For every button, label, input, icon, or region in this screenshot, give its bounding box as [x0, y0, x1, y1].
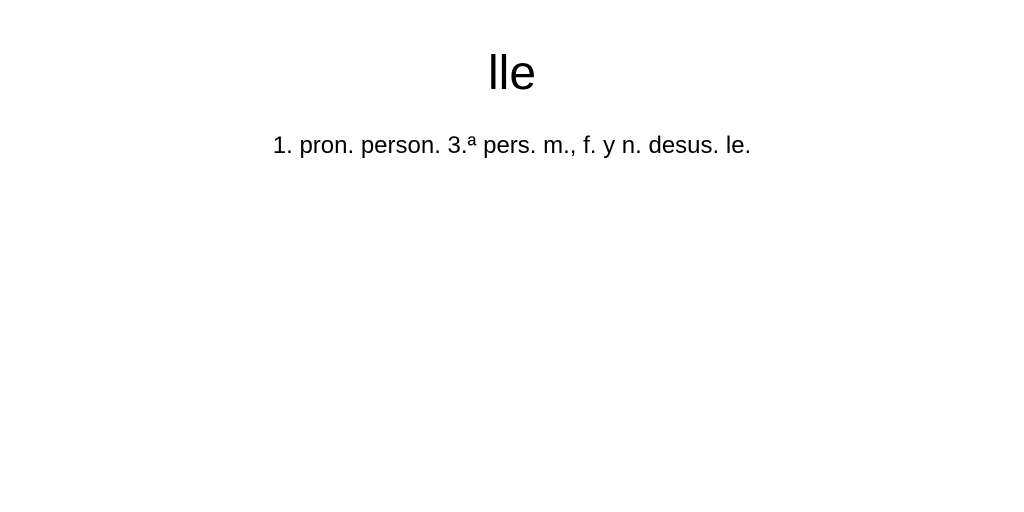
definition-1: 1. pron. person. 3.ª pers. m., f. y n. d… [272, 132, 752, 159]
headword: lle [487, 47, 537, 100]
